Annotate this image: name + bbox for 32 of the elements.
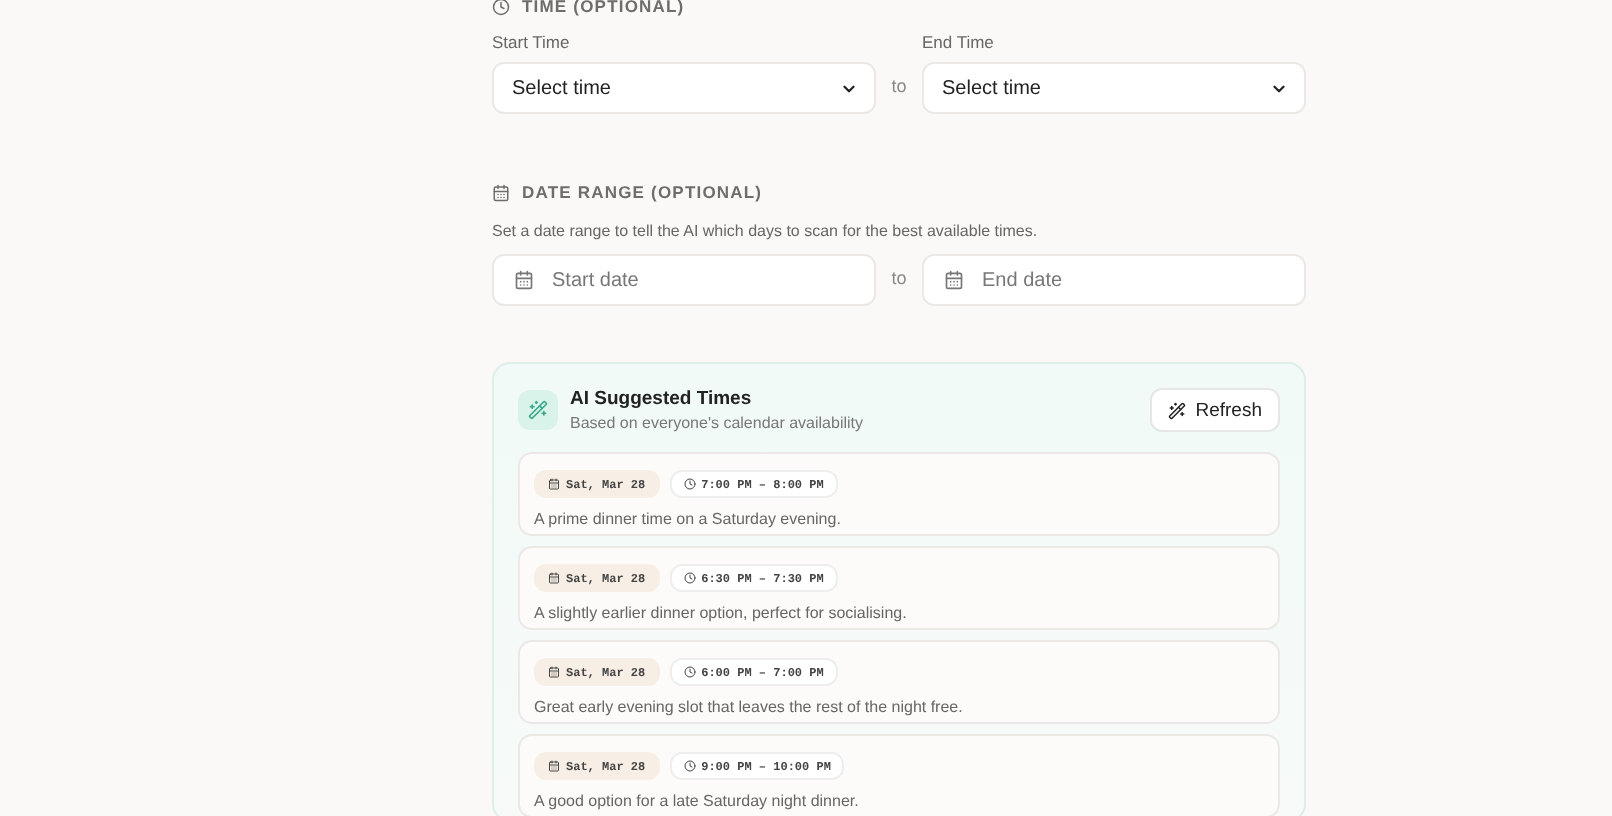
calendar-icon [944,270,964,290]
clock-icon [683,760,696,772]
description-text: Set a date range to tell the AI which days to scan for the best available times. [492,222,1040,240]
clock-icon [492,0,510,15]
calendar-icon [548,572,560,584]
section-heading: TIME (OPTIONAL) [522,0,685,16]
end-date-field[interactable]: End date [922,254,1306,306]
calendar-icon [514,270,534,290]
card-title: AI Suggested Times [570,388,754,410]
calendar-icon [548,478,560,490]
clock-icon [683,572,696,584]
separator-text: to [889,76,909,100]
suggestion-note: Great early evening slot that leaves the rest of the night free. [534,698,965,716]
wand-icon [1167,401,1186,419]
clock-icon [683,666,696,678]
refresh-button[interactable]: Refresh [1149,388,1280,432]
start-time-select[interactable]: Select time [492,62,876,114]
calendar-icon [492,183,510,201]
section-heading: DATE RANGE (OPTIONAL) [522,182,763,202]
separator-text: to [889,268,909,292]
start-date-field[interactable]: Start date [492,254,876,306]
calendar-icon [548,666,560,678]
calendar-icon [548,760,560,772]
clock-icon [683,478,696,490]
suggestion-note: A slightly earlier dinner option, perfect for socialising. [534,604,909,622]
field-label: Start Time [492,32,572,52]
wand-icon [518,390,558,430]
end-time-select[interactable]: Select time [922,62,1306,114]
card-subtitle: Based on everyone's calendar availability [570,414,866,432]
suggestion-note: A prime dinner time on a Saturday evening. [534,510,843,528]
suggestion-note: A good option for a late Saturday night dinner. [534,792,861,810]
field-label: End Time [922,32,996,52]
